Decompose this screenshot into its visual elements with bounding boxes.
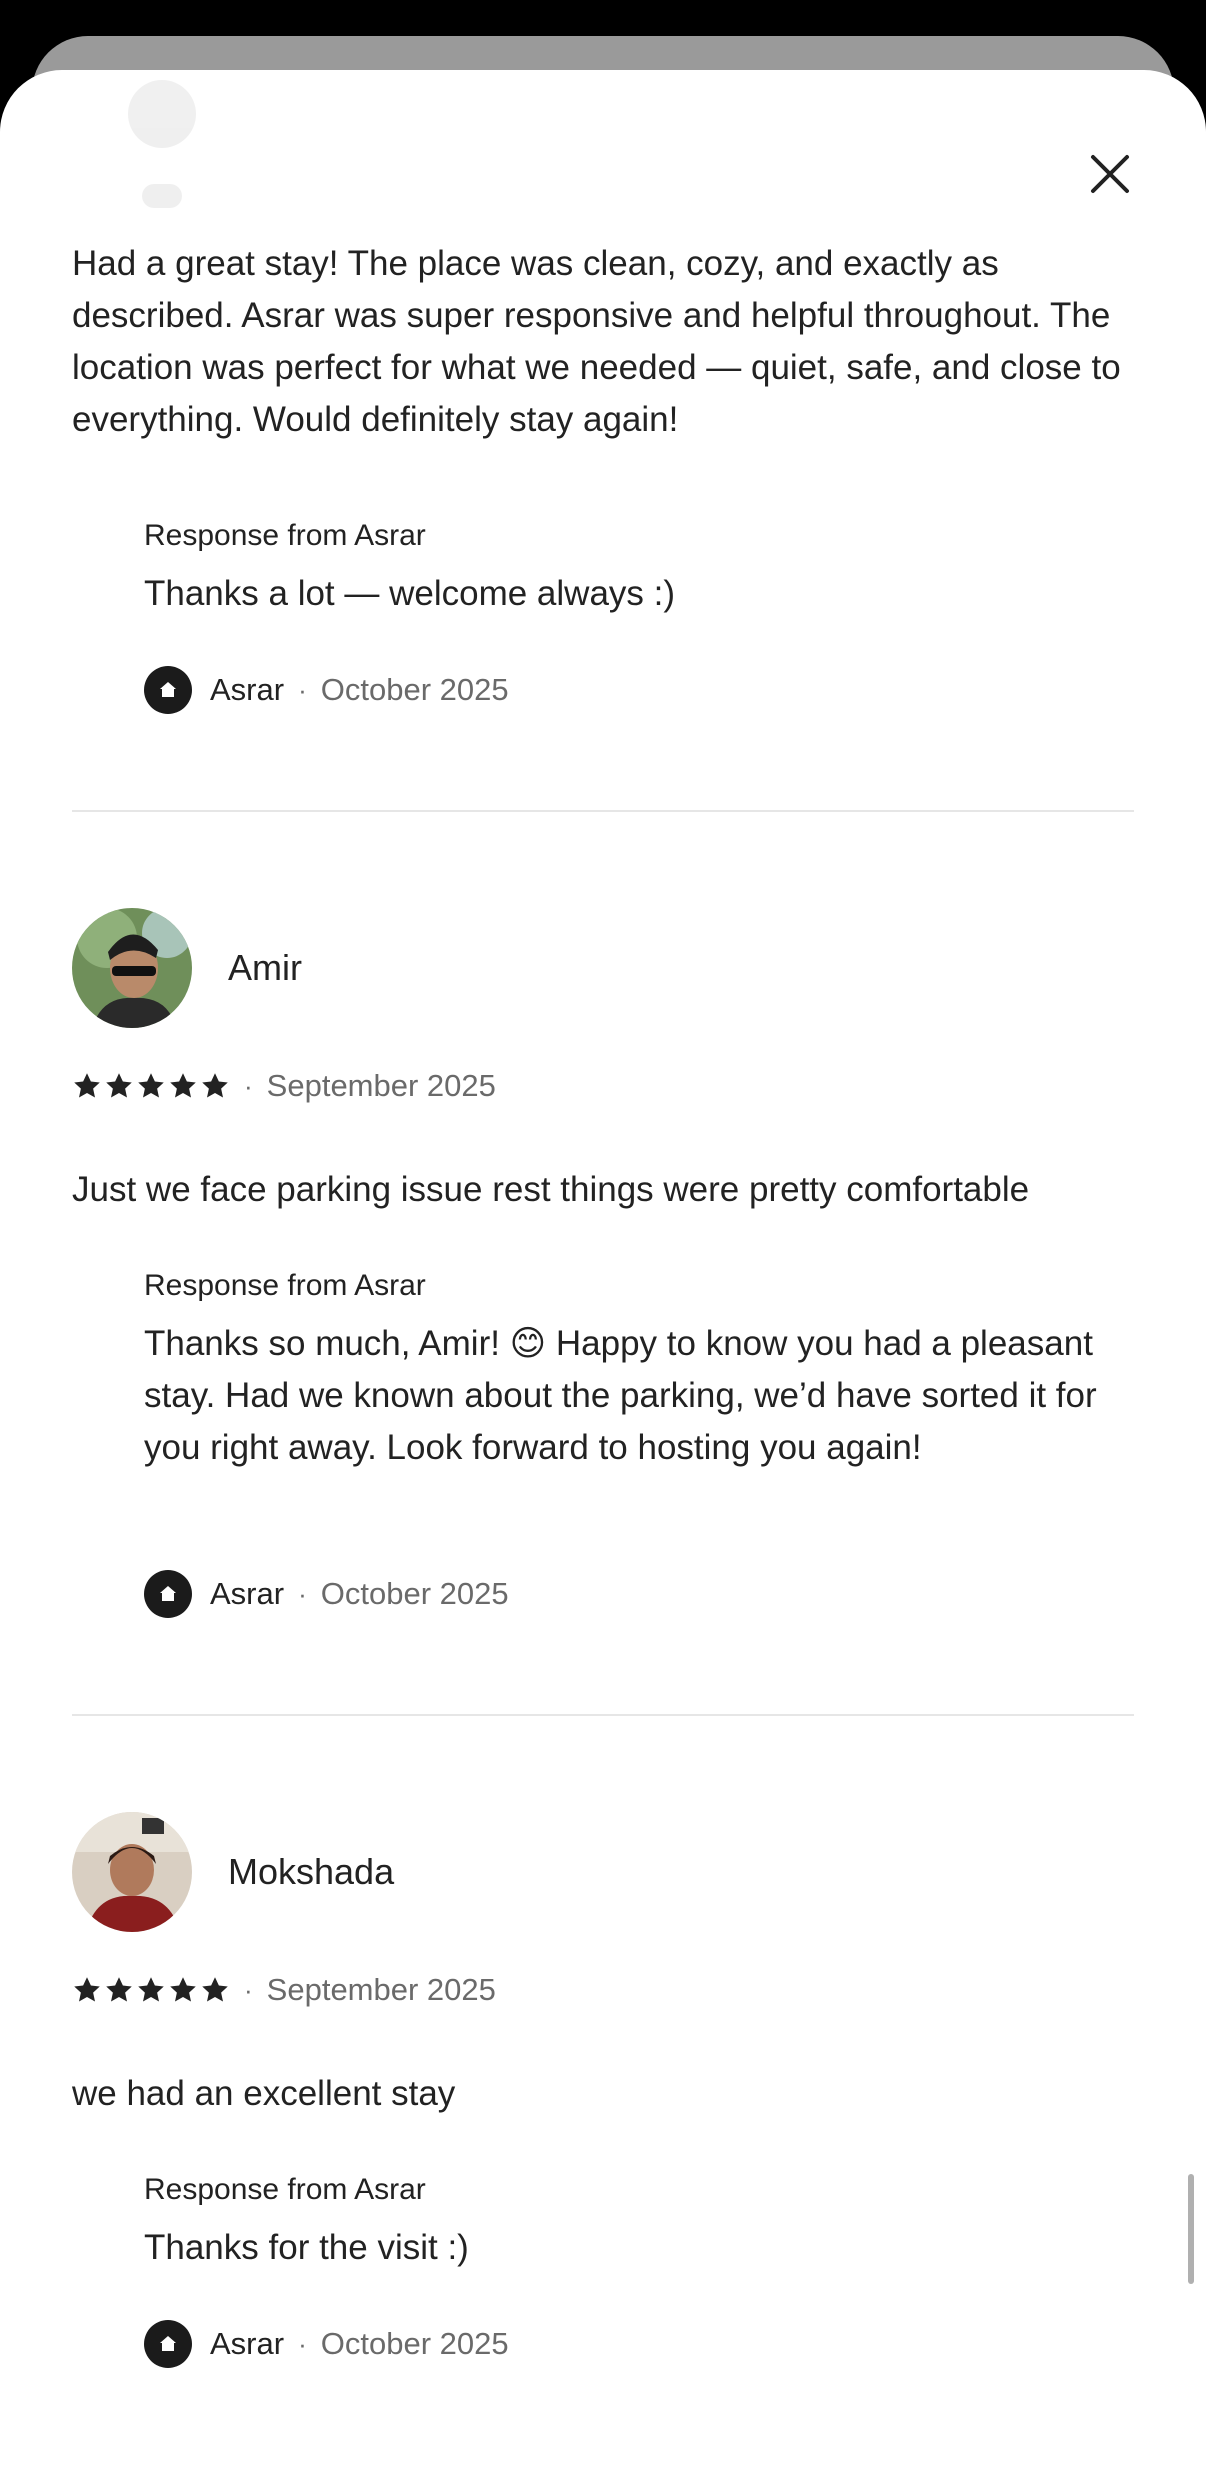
reviewer-avatar[interactable] [72, 1812, 192, 1932]
review-date: September 2025 [266, 1972, 496, 2007]
star-icon [74, 1977, 100, 2002]
star-icon [170, 1977, 196, 2002]
star-icon [74, 1073, 100, 1098]
reviewer-avatar[interactable] [72, 908, 192, 1028]
host-response-meta: Asrar · October 2025 [144, 1570, 509, 1618]
response-title: Response from Asrar [144, 2173, 426, 2206]
separator-dot: · [298, 1578, 307, 1609]
star-rating [72, 1071, 230, 1101]
rating-row: · September 2025 [72, 1970, 496, 2010]
reviewer-name: Mokshada [228, 1851, 395, 1892]
response-date: October 2025 [320, 2326, 509, 2361]
star-icon [202, 1073, 228, 1098]
star-icon [106, 1977, 132, 2002]
star-icon [138, 1977, 164, 2002]
host-name: Asrar [210, 672, 285, 707]
star-icon [138, 1073, 164, 1098]
scrolled-avatar-fade [120, 74, 204, 214]
review-divider [72, 1714, 1134, 1716]
scrollbar[interactable] [1188, 2174, 1194, 2284]
host-avatar[interactable] [144, 1570, 192, 1618]
review-divider [72, 810, 1134, 812]
response-date: October 2025 [320, 672, 509, 707]
rating-row: · September 2025 [72, 1066, 496, 1106]
review-text: Had a great stay! The place was clean, c… [72, 244, 1121, 439]
response-text: Thanks a lot — welcome always :) [144, 574, 676, 613]
response-text: Thanks so much, Amir! 😊 Happy to know yo… [144, 1324, 1097, 1467]
host-avatar[interactable] [144, 2320, 192, 2368]
response-title: Response from Asrar [144, 519, 426, 552]
host-name: Asrar [210, 2326, 285, 2361]
star-icon [202, 1977, 228, 2002]
reviews-modal: Had a great stay! The place was clean, c… [0, 70, 1206, 2472]
response-title: Response from Asrar [144, 1269, 426, 1302]
close-icon [1091, 155, 1129, 193]
star-icon [170, 1073, 196, 1098]
star-icon [106, 1073, 132, 1098]
close-button[interactable] [1076, 140, 1144, 208]
review-date: September 2025 [266, 1068, 496, 1103]
separator-dot: · [298, 2328, 307, 2359]
reviewer-name: Amir [228, 947, 302, 988]
star-rating [72, 1975, 230, 2005]
separator-dot: · [244, 1974, 253, 2005]
separator-dot: · [298, 674, 307, 705]
response-date: October 2025 [320, 1576, 509, 1611]
review-text: we had an excellent stay [72, 2074, 456, 2113]
host-response-meta: Asrar · October 2025 [144, 666, 509, 714]
host-avatar[interactable] [144, 666, 192, 714]
review-text: Just we face parking issue rest things w… [72, 1170, 1030, 1209]
separator-dot: · [244, 1070, 253, 1101]
host-response-meta: Asrar · October 2025 [144, 2320, 509, 2368]
host-name: Asrar [210, 1576, 285, 1611]
response-text: Thanks for the visit :) [144, 2228, 469, 2267]
